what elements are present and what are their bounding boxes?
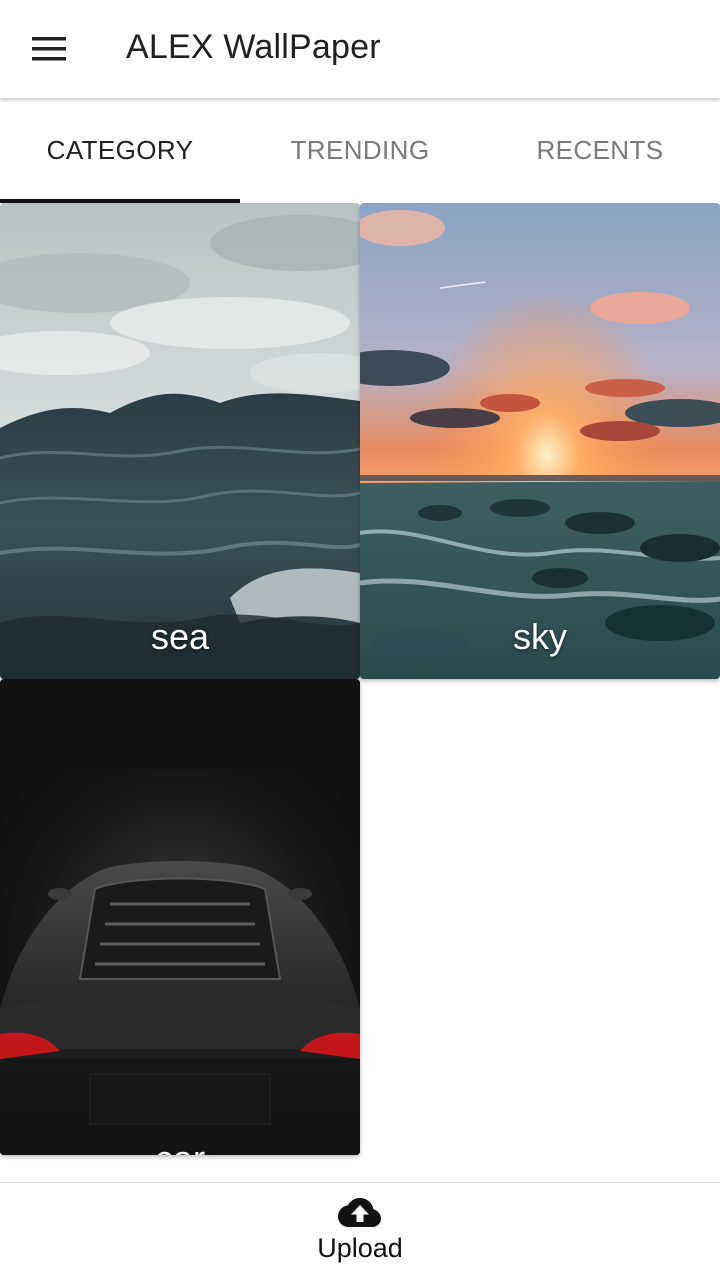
category-card-sky[interactable]: sky bbox=[360, 203, 720, 679]
category-grid: sea sky bbox=[0, 203, 720, 1182]
upload-label: Upload bbox=[317, 1233, 403, 1263]
tab-bar: CATEGORY TRENDING RECENTS bbox=[0, 98, 720, 203]
category-card-car[interactable]: car bbox=[0, 679, 360, 1155]
category-label: sea bbox=[150, 616, 210, 657]
app-bar: ALEX WallPaper bbox=[0, 0, 720, 98]
tab-trending[interactable]: TRENDING bbox=[240, 98, 480, 203]
cloud-upload-icon bbox=[338, 1198, 381, 1227]
sea-wallpaper-image bbox=[0, 203, 360, 679]
hamburger-menu-icon bbox=[32, 37, 66, 61]
menu-button[interactable] bbox=[22, 24, 76, 74]
app-screen: ALEX WallPaper CATEGORY TRENDING RECENTS bbox=[0, 0, 720, 1280]
category-card-sea[interactable]: sea bbox=[0, 203, 360, 679]
tab-recents[interactable]: RECENTS bbox=[480, 98, 720, 203]
category-label: car bbox=[0, 1137, 360, 1155]
tab-category[interactable]: CATEGORY bbox=[0, 98, 240, 203]
bottom-bar: Upload bbox=[0, 1182, 720, 1280]
sky-wallpaper-image bbox=[360, 203, 720, 679]
car-wallpaper-image bbox=[0, 679, 360, 1155]
app-title: ALEX WallPaper bbox=[126, 28, 381, 66]
upload-button[interactable]: Upload bbox=[290, 1183, 430, 1280]
category-label: sky bbox=[513, 616, 567, 657]
